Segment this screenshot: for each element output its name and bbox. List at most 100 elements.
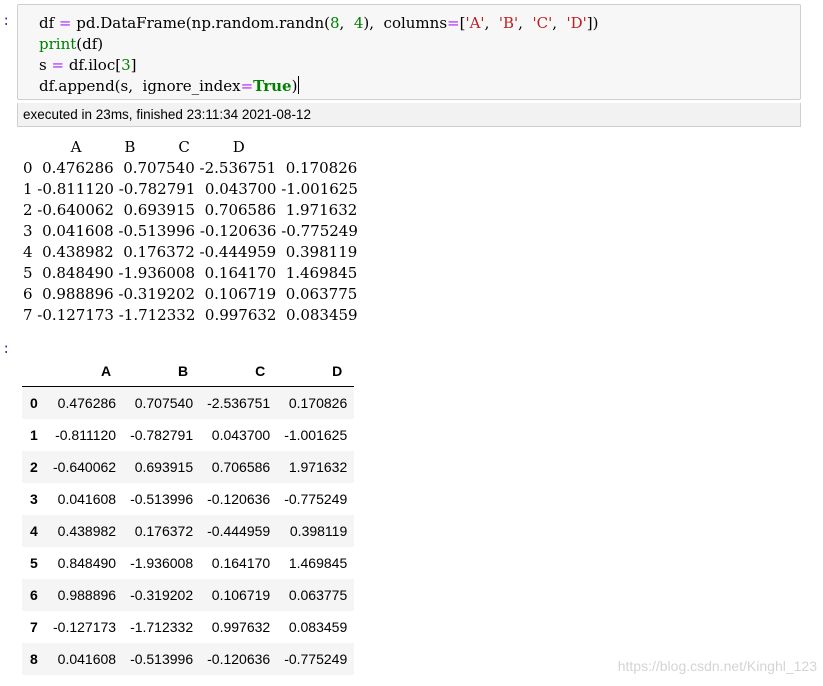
table-cell: 0.693915 bbox=[134, 459, 194, 475]
table-row: 4 0.438982 0.176372 -0.444959 0.398119 bbox=[22, 515, 355, 547]
output-line: A B C D bbox=[23, 138, 245, 156]
table-cell: -0.513996 bbox=[130, 491, 194, 507]
column-header: D bbox=[277, 356, 355, 387]
table-row: 0 0.476286 0.707540 -2.536751 0.170826 bbox=[22, 386, 355, 419]
table-row: 1 -0.811120 -0.782791 0.043700 -1.001625 bbox=[22, 419, 355, 451]
column-header: A bbox=[46, 356, 124, 387]
table-cell: 0.164170 bbox=[211, 555, 271, 571]
row-index: 8 bbox=[30, 651, 38, 667]
table-cell: -0.120636 bbox=[207, 651, 271, 667]
output-line: 2 -0.640062 0.693915 0.706586 1.971632 bbox=[23, 201, 358, 219]
code-token: ] bbox=[130, 56, 137, 74]
code-token: (df) bbox=[76, 35, 104, 53]
code-token: = bbox=[240, 77, 254, 95]
output-line: 1 -0.811120 -0.782791 0.043700 -1.001625 bbox=[23, 180, 358, 198]
table-cell: 0.848490 bbox=[57, 555, 117, 571]
table-cell: -0.444959 bbox=[207, 523, 271, 539]
table-cell: -0.120636 bbox=[207, 491, 271, 507]
table-cell: 0.438982 bbox=[57, 523, 117, 539]
output-prompt-marker: : bbox=[2, 342, 11, 358]
code-token: print bbox=[39, 35, 77, 53]
code-token: 'C' bbox=[532, 14, 553, 32]
table-cell: 0.706586 bbox=[211, 459, 271, 475]
table-cell: -0.640062 bbox=[53, 459, 117, 475]
table-cell: -2.536751 bbox=[207, 395, 271, 411]
row-index: 3 bbox=[30, 491, 38, 507]
code-token: ) bbox=[291, 77, 298, 95]
table-cell: 0.476286 bbox=[57, 395, 117, 411]
table-cell: 0.106719 bbox=[211, 587, 271, 603]
code-token: 'D' bbox=[566, 14, 587, 32]
table-row: 3 0.041608 -0.513996 -0.120636 -0.775249 bbox=[22, 483, 355, 515]
code-token: df bbox=[39, 14, 59, 32]
table-cell: -1.712332 bbox=[130, 619, 194, 635]
code-token: = bbox=[58, 14, 72, 32]
output-line: 3 0.041608 -0.513996 -0.120636 -0.775249 bbox=[23, 222, 358, 240]
row-index: 1 bbox=[30, 427, 38, 443]
output-line: 0 0.476286 0.707540 -2.536751 0.170826 bbox=[23, 159, 358, 177]
print-output: A B C D 0 0.476286 0.707540 -2.536751 0.1… bbox=[23, 137, 358, 326]
code-token: = bbox=[51, 56, 65, 74]
code-token: , bbox=[339, 14, 354, 32]
table-cell: -0.513996 bbox=[130, 651, 194, 667]
code-line: s = df.iloc[3] bbox=[39, 55, 599, 76]
code-token: 'A' bbox=[465, 14, 485, 32]
table-cell: -0.782791 bbox=[130, 427, 194, 443]
dataframe-output: ABCD 0 0.476286 0.707540 -2.536751 0.170826 1… bbox=[22, 356, 355, 675]
table-header-row: ABCD bbox=[22, 356, 355, 387]
code-token: 4 bbox=[353, 14, 364, 32]
output-line: 7 -0.127173 -1.712332 0.997632 0.083459 bbox=[23, 306, 358, 324]
table-cell: -0.775249 bbox=[284, 651, 348, 667]
code-line: df.append(s, ignore_index=True) bbox=[39, 76, 599, 97]
code-token: df.append(s, ignore_index bbox=[39, 77, 241, 95]
output-line: 6 0.988896 -0.319202 0.106719 0.063775 bbox=[23, 285, 358, 303]
table-row: 6 0.988896 -0.319202 0.106719 0.063775 bbox=[22, 579, 355, 611]
table-cell: 0.170826 bbox=[288, 395, 348, 411]
table-cell: 0.063775 bbox=[288, 587, 348, 603]
code-token: , bbox=[484, 14, 499, 32]
code-token: = bbox=[447, 14, 460, 32]
column-header: B bbox=[123, 356, 201, 387]
output-line: 5 0.848490 -1.936008 0.164170 1.469845 bbox=[23, 264, 358, 282]
row-index: 6 bbox=[30, 587, 38, 603]
code-cell-input[interactable]: df = pd.DataFrame(np.random.randn(8, 4),… bbox=[17, 4, 801, 100]
table-cell: 1.469845 bbox=[288, 555, 348, 571]
table-row: 5 0.848490 -1.936008 0.164170 1.469845 bbox=[22, 547, 355, 579]
table-cell: 1.971632 bbox=[288, 459, 348, 475]
table-cell: 0.083459 bbox=[288, 619, 348, 635]
row-index: 2 bbox=[30, 459, 38, 475]
code-token: 8 bbox=[329, 14, 340, 32]
code-line: print(df) bbox=[39, 34, 599, 55]
row-index: 5 bbox=[30, 555, 38, 571]
code-token: ), columns bbox=[363, 14, 448, 32]
table-cell: 0.041608 bbox=[57, 491, 117, 507]
table-row: 2 -0.640062 0.693915 0.706586 1.971632 bbox=[22, 451, 355, 483]
table-cell: 0.176372 bbox=[134, 523, 194, 539]
row-index: 4 bbox=[30, 523, 38, 539]
code-token: True bbox=[253, 77, 292, 95]
execution-time-status: executed in 23ms, finished 23:11:34 2021… bbox=[17, 103, 801, 127]
table-cell: -0.127173 bbox=[53, 619, 117, 635]
text-cursor bbox=[298, 76, 300, 94]
table-cell: -1.936008 bbox=[130, 555, 194, 571]
code-token: 'B' bbox=[498, 14, 519, 32]
code-token: , bbox=[552, 14, 567, 32]
code-token: df.iloc[ bbox=[64, 56, 122, 74]
table-cell: -0.319202 bbox=[130, 587, 194, 603]
table-cell: 0.707540 bbox=[134, 395, 194, 411]
code-editor[interactable]: df = pd.DataFrame(np.random.randn(8, 4),… bbox=[39, 13, 599, 97]
input-prompt-marker: : bbox=[2, 14, 11, 30]
table-cell: -0.775249 bbox=[284, 491, 348, 507]
table-cell: 0.997632 bbox=[211, 619, 271, 635]
column-header: C bbox=[200, 356, 278, 387]
watermark: https://blog.csdn.net/Kinghl_123 bbox=[617, 658, 817, 674]
table-row: 8 0.041608 -0.513996 -0.120636 -0.775249 bbox=[22, 643, 355, 675]
code-token: pd.DataFrame(np.random.randn( bbox=[71, 14, 330, 32]
code-token: s bbox=[39, 56, 52, 74]
dataframe-table: ABCD 0 0.476286 0.707540 -2.536751 0.170826 1… bbox=[22, 356, 355, 675]
table-row: 7 -0.127173 -1.712332 0.997632 0.083459 bbox=[22, 611, 355, 643]
table-cell: 0.043700 bbox=[211, 427, 271, 443]
code-token: 3 bbox=[121, 56, 131, 74]
table-cell: -1.001625 bbox=[284, 427, 348, 443]
row-index: 7 bbox=[30, 619, 38, 635]
